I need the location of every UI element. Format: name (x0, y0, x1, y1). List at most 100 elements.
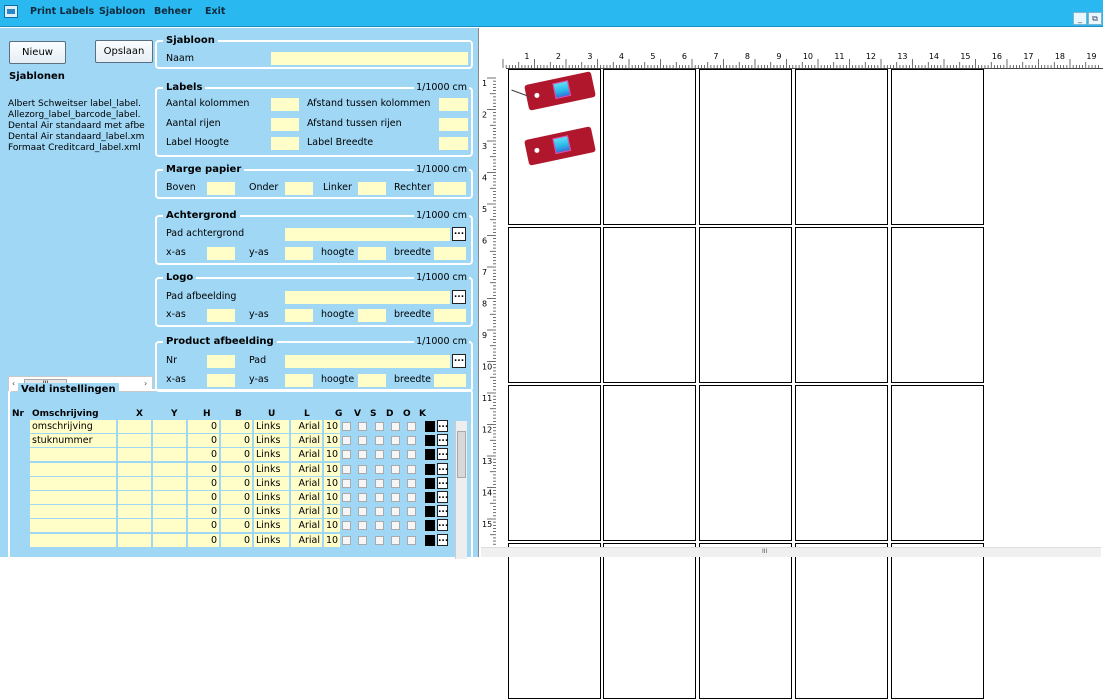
label-cell[interactable] (891, 543, 984, 699)
color-swatch[interactable] (425, 534, 435, 546)
extra-checkbox[interactable] (407, 493, 416, 502)
pad-achtergrond-input[interactable] (285, 228, 450, 241)
o-checkbox[interactable] (391, 422, 400, 431)
v-checkbox[interactable] (342, 464, 351, 474)
v-checkbox[interactable] (342, 450, 351, 460)
color-browse-button[interactable]: ... (437, 505, 448, 518)
label-cell[interactable] (508, 385, 601, 541)
browse-achtergrond-button[interactable]: ... (452, 227, 466, 241)
v-checkbox[interactable] (342, 507, 351, 517)
list-item[interactable]: Formaat Creditcard_label.xml (8, 143, 151, 154)
b-cell[interactable]: 0 (221, 420, 252, 433)
b-cell[interactable]: 0 (221, 448, 252, 462)
g-cell[interactable]: 10 (324, 533, 340, 547)
color-swatch[interactable] (425, 477, 435, 489)
label-cell[interactable] (699, 227, 792, 383)
x-cell[interactable] (118, 434, 151, 448)
v-checkbox[interactable] (342, 436, 351, 446)
h-cell[interactable]: 0 (188, 462, 219, 476)
color-browse-button[interactable]: ... (437, 420, 448, 432)
list-item[interactable]: Dental Air standaard met afbe (8, 121, 151, 132)
b-cell[interactable]: 0 (221, 505, 252, 519)
omschrijving-cell[interactable] (30, 505, 116, 519)
b-cell[interactable]: 0 (221, 462, 252, 476)
g-cell[interactable]: 10 (324, 491, 340, 504)
o-checkbox[interactable] (391, 521, 400, 531)
h-cell[interactable]: 0 (188, 491, 219, 504)
x-cell[interactable] (118, 505, 151, 519)
omschrijving-cell[interactable] (30, 491, 116, 504)
preview-scrollbar[interactable]: III (481, 547, 1101, 557)
menu-sjabloon[interactable]: Sjabloon (99, 6, 145, 17)
extra-checkbox[interactable] (407, 422, 416, 431)
label-cell[interactable] (891, 385, 984, 541)
omschrijving-cell[interactable] (30, 476, 116, 490)
list-item[interactable]: Dental Air standaard_label.xm (8, 132, 151, 143)
product-yas-input[interactable] (285, 374, 313, 387)
minimize-icon[interactable]: _ (1073, 12, 1087, 25)
browse-logo-button[interactable]: ... (452, 290, 466, 304)
d-checkbox[interactable] (375, 507, 384, 517)
v-checkbox[interactable] (342, 422, 351, 431)
logo-hoogte-input[interactable] (358, 309, 386, 322)
l-cell[interactable]: Arial (291, 476, 322, 490)
omschrijving-cell[interactable] (30, 533, 116, 547)
o-checkbox[interactable] (391, 464, 400, 474)
v-checkbox[interactable] (342, 521, 351, 531)
extra-checkbox[interactable] (407, 450, 416, 460)
achtergrond-yas-input[interactable] (285, 247, 313, 260)
color-browse-button[interactable]: ... (437, 491, 448, 503)
label-cell[interactable] (795, 385, 888, 541)
b-cell[interactable]: 0 (221, 434, 252, 448)
color-swatch[interactable] (425, 421, 435, 432)
l-cell[interactable]: Arial (291, 434, 322, 448)
u-cell[interactable]: Links (254, 462, 289, 476)
v-checkbox[interactable] (342, 535, 351, 545)
h-cell[interactable]: 0 (188, 420, 219, 433)
l-cell[interactable]: Arial (291, 505, 322, 519)
b-cell[interactable]: 0 (221, 476, 252, 490)
omschrijving-cell[interactable] (30, 448, 116, 462)
veld-scroll-thumb[interactable] (457, 431, 466, 478)
o-checkbox[interactable] (391, 450, 400, 460)
o-checkbox[interactable] (391, 535, 400, 545)
x-cell[interactable] (118, 519, 151, 533)
color-swatch[interactable] (425, 520, 435, 532)
menu-beheer[interactable]: Beheer (154, 6, 192, 17)
d-checkbox[interactable] (375, 535, 384, 545)
y-cell[interactable] (153, 420, 186, 433)
x-cell[interactable] (118, 476, 151, 490)
scroll-left-icon[interactable]: ‹ (12, 379, 15, 388)
color-swatch[interactable] (425, 492, 435, 503)
menu-print-labels[interactable]: Print Labels (30, 6, 94, 17)
b-cell[interactable]: 0 (221, 533, 252, 547)
s-checkbox[interactable] (358, 450, 367, 460)
list-item[interactable]: Albert Schweitser label_label. (8, 99, 151, 110)
x-cell[interactable] (118, 448, 151, 462)
b-cell[interactable]: 0 (221, 491, 252, 504)
x-cell[interactable] (118, 491, 151, 504)
logo-yas-input[interactable] (285, 309, 313, 322)
color-swatch[interactable] (425, 506, 435, 518)
new-button[interactable]: Nieuw (9, 41, 66, 64)
u-cell[interactable]: Links (254, 434, 289, 448)
label-cell[interactable] (795, 227, 888, 383)
y-cell[interactable] (153, 476, 186, 490)
g-cell[interactable]: 10 (324, 476, 340, 490)
naam-input[interactable] (271, 52, 468, 65)
omschrijving-cell[interactable]: omschrijving (30, 420, 116, 433)
h-cell[interactable]: 0 (188, 519, 219, 533)
label-breedte-input[interactable] (439, 137, 468, 150)
label-cell[interactable] (603, 69, 696, 225)
omschrijving-cell[interactable] (30, 462, 116, 476)
h-cell[interactable]: 0 (188, 434, 219, 448)
color-swatch[interactable] (425, 463, 435, 475)
template-list[interactable]: Albert Schweitser label_label. Allezorg_… (8, 99, 151, 401)
s-checkbox[interactable] (358, 493, 367, 502)
extra-checkbox[interactable] (407, 507, 416, 517)
product-xas-input[interactable] (207, 374, 235, 387)
g-cell[interactable]: 10 (324, 462, 340, 476)
s-checkbox[interactable] (358, 422, 367, 431)
s-checkbox[interactable] (358, 436, 367, 446)
restore-icon[interactable]: ⧉ (1088, 12, 1102, 25)
